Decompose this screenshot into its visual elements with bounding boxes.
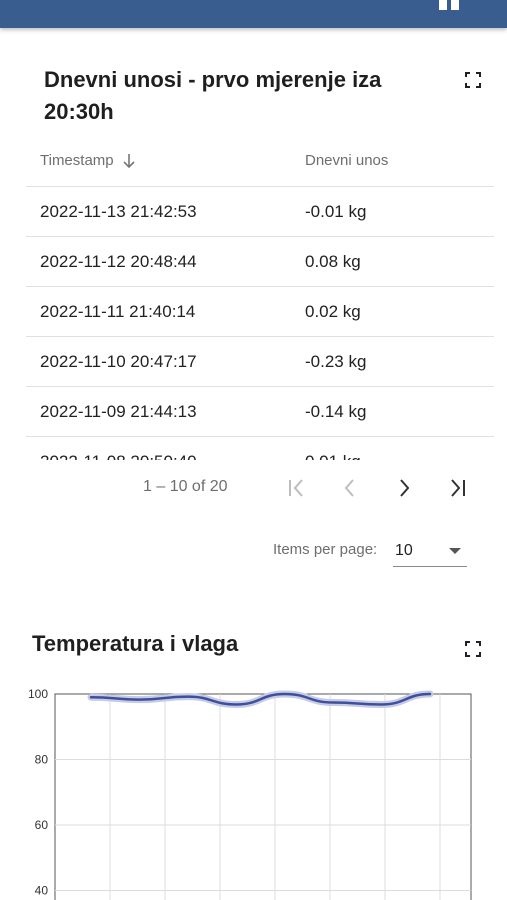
items-per-page-select[interactable]: 10 xyxy=(393,537,467,567)
items-per-page-label: Items per page: xyxy=(273,541,378,558)
y-tick-label: 100 xyxy=(28,687,48,701)
y-tick-label: 40 xyxy=(35,884,49,898)
chevron-right-icon xyxy=(400,479,410,497)
table-row: 2022-11-12 20:48:44 0.08 kg xyxy=(26,237,494,287)
daily-entries-table: Timestamp Dnevni unos 2022-11-13 21:42:5… xyxy=(26,135,494,460)
value-cell: 0.08 kg xyxy=(305,251,361,271)
first-page-button[interactable] xyxy=(279,470,315,506)
table-row: 2022-11-13 21:42:53 -0.01 kg xyxy=(26,187,494,237)
table-row: 2022-11-11 21:40:14 0.02 kg xyxy=(26,287,494,337)
last-page-button[interactable] xyxy=(439,470,475,506)
last-page-icon xyxy=(451,479,465,497)
arrow-down-icon xyxy=(123,153,135,168)
timestamp-cell: 2022-11-12 20:48:44 xyxy=(40,251,197,271)
y-tick-label: 80 xyxy=(35,753,49,767)
pause-icon[interactable] xyxy=(439,0,461,10)
daily-value-header[interactable]: Dnevni unos xyxy=(305,152,388,169)
first-page-icon xyxy=(289,479,303,497)
value-cell: 0.02 kg xyxy=(305,301,361,321)
table-row: 2022-11-10 20:47:17 -0.23 kg xyxy=(26,337,494,387)
paginator-range-label: 1 – 10 of 20 xyxy=(143,478,228,495)
plot-frame xyxy=(54,693,472,900)
chevron-left-icon xyxy=(344,479,354,497)
value-cell: -0.23 kg xyxy=(305,351,367,371)
timestamp-cell: 2022-11-10 20:47:17 xyxy=(40,351,197,371)
timestamp-cell: 2022-11-13 21:42:53 xyxy=(40,201,197,221)
value-cell: -0.01 kg xyxy=(305,201,367,221)
fullscreen-icon[interactable] xyxy=(464,640,482,658)
temp-card-title: Temperatura i vlaga xyxy=(32,631,239,656)
timestamp-header[interactable]: Timestamp xyxy=(40,152,136,169)
timestamp-cell: 2022-11-09 21:44:13 xyxy=(40,401,197,421)
items-per-page-value: 10 xyxy=(395,542,413,559)
table-header-row: Timestamp Dnevni unos xyxy=(26,135,494,187)
dropdown-arrow-icon xyxy=(449,548,461,554)
table-row: 2022-11-08 20:50:40 0.01 kg xyxy=(26,437,494,461)
fullscreen-icon[interactable] xyxy=(464,71,482,89)
timestamp-header-label: Timestamp xyxy=(40,152,114,169)
timestamp-cell: 2022-11-11 21:40:14 xyxy=(40,301,196,321)
timestamp-cell: 2022-11-08 20:50:40 xyxy=(40,452,197,461)
value-cell: 0.01 kg xyxy=(305,452,361,461)
daily-card-title: Dnevni unosi - prvo mjerenje iza 20:30h xyxy=(44,67,382,124)
temperature-humidity-chart: 100 80 60 40 xyxy=(28,687,472,900)
value-cell: -0.14 kg xyxy=(305,401,367,421)
table-row: 2022-11-09 21:44:13 -0.14 kg xyxy=(26,387,494,437)
y-tick-label: 60 xyxy=(35,818,49,832)
top-app-bar xyxy=(0,0,507,28)
next-page-button[interactable] xyxy=(386,470,422,506)
previous-page-button[interactable] xyxy=(332,470,368,506)
